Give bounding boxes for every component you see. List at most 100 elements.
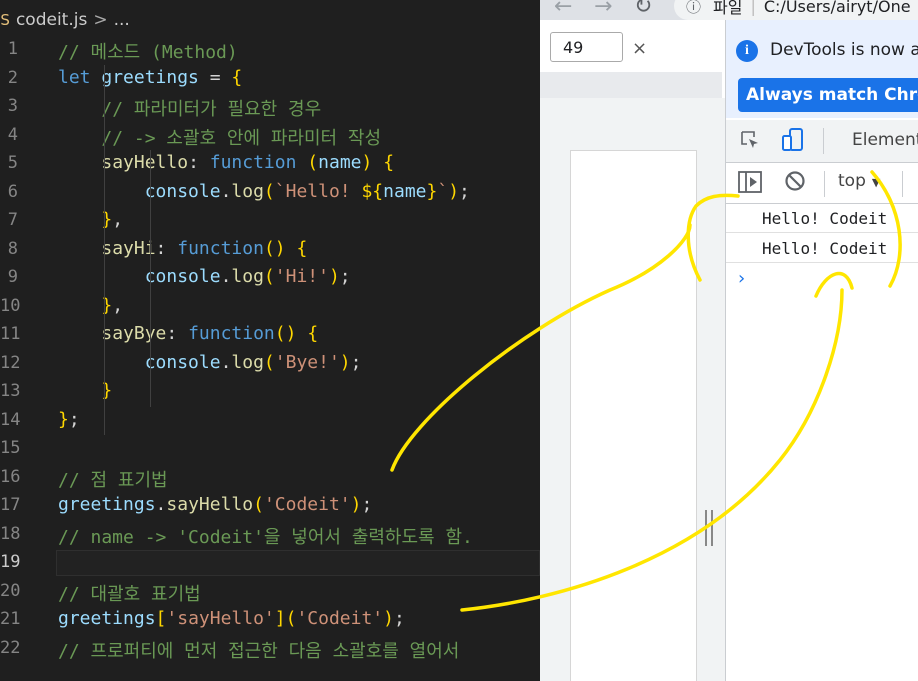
code-line[interactable]: 7 }, — [0, 207, 540, 235]
always-match-button[interactable]: Always match Chron — [738, 78, 918, 112]
code-line[interactable]: 14}; — [0, 407, 540, 435]
code-line[interactable]: 13 } — [0, 378, 540, 406]
info-icon: i — [736, 40, 758, 62]
code-text[interactable]: sayBye: function() { — [58, 323, 318, 344]
line-number: 19 — [0, 552, 21, 572]
line-number: 18 — [0, 523, 21, 544]
browser-toolbar: ← → ↻ ⓘ 파일 | C:/Users/airyt/One — [540, 0, 918, 20]
line-number: 21 — [0, 609, 21, 629]
breadcrumb: JS codeit.js > ... — [0, 0, 540, 40]
line-number: 10 — [0, 295, 21, 316]
current-line-highlight — [56, 550, 540, 576]
code-text[interactable]: // 프로퍼티에 먼저 접근한 다음 소괄호를 열어서 — [58, 637, 459, 663]
address-scheme: 파일 — [713, 0, 743, 17]
line-number: 7 — [7, 210, 18, 230]
code-line[interactable]: 18 // name -> 'Codeit'을 넣어서 출력하도록 함. — [0, 521, 540, 549]
page-header-strip — [540, 72, 722, 98]
line-number: 9 — [7, 267, 18, 287]
code-line[interactable]: 8 sayHi: function() { — [0, 236, 540, 264]
line-number: 2 — [7, 67, 18, 88]
indent-guide — [150, 150, 151, 407]
code-text[interactable]: // 메소드 (Method) — [58, 38, 238, 64]
breadcrumb-file[interactable]: codeit.js — [16, 10, 87, 30]
code-line[interactable]: 17 greetings.sayHello('Codeit'); — [0, 492, 540, 520]
code-line[interactable]: 20 // 대괄호 표기법 — [0, 578, 540, 606]
find-input[interactable]: 49 — [550, 32, 623, 62]
code-line[interactable]: 9 console.log('Hi!'); — [0, 264, 540, 292]
info-icon[interactable]: ⓘ — [686, 0, 701, 17]
code-text[interactable]: greetings['sayHello']('Codeit'); — [58, 608, 405, 629]
code-line[interactable]: 22 // 프로퍼티에 먼저 접근한 다음 소괄호를 열어서 — [0, 635, 540, 663]
devtools-tabbar: Element — [726, 120, 918, 163]
code-text[interactable]: sayHi: function() { — [58, 238, 307, 259]
code-line[interactable]: 16 // 점 표기법 — [0, 464, 540, 492]
line-number: 4 — [7, 124, 18, 145]
code-line[interactable]: 1 // 메소드 (Method) — [0, 36, 540, 64]
console-prompt-icon[interactable]: › — [738, 268, 745, 289]
code-line[interactable]: 3 // 파라미터가 필요한 경우 — [0, 93, 540, 121]
code-line[interactable]: 15 — [0, 435, 540, 463]
code-text[interactable]: // -> 소괄호 안에 파라미터 작성 — [58, 124, 381, 150]
code-text[interactable]: console.log('Hi!'); — [58, 266, 351, 287]
code-line[interactable]: 6 console.log(`Hello! ${name}`); — [0, 179, 540, 207]
browser-window: ← → ↻ ⓘ 파일 | C:/Users/airyt/One 49 × i D… — [540, 0, 918, 681]
clear-console-icon[interactable] — [784, 170, 806, 192]
page-document — [570, 150, 697, 681]
line-number: 14 — [0, 409, 21, 430]
context-label: top — [838, 171, 866, 191]
line-number: 11 — [0, 324, 21, 344]
code-text[interactable]: // 점 표기법 — [58, 466, 168, 492]
line-number: 1 — [7, 39, 18, 59]
code-line[interactable]: 10 }, — [0, 293, 540, 321]
line-number: 16 — [0, 466, 21, 487]
forward-icon[interactable]: → — [594, 0, 612, 19]
code-text[interactable]: // 대괄호 표기법 — [58, 580, 201, 606]
breadcrumb-separator: > — [93, 10, 108, 30]
line-number: 12 — [0, 352, 21, 373]
toolbar-divider — [902, 171, 903, 197]
code-text[interactable]: }; — [58, 409, 80, 430]
code-text[interactable]: let greetings = { — [58, 67, 242, 88]
code-text[interactable]: greetings.sayHello('Codeit'); — [58, 494, 372, 515]
address-path: C:/Users/airyt/One — [763, 0, 911, 16]
code-text[interactable]: // name -> 'Codeit'을 넣어서 출력하도록 함. — [58, 523, 473, 549]
console-log-row: Hello! Codeit — [726, 204, 918, 233]
console-toolbar: top ▼ — [726, 163, 918, 204]
page-canvas — [540, 98, 725, 681]
code-line[interactable]: 11 sayBye: function() { — [0, 321, 540, 349]
code-text[interactable]: // 파라미터가 필요한 경우 — [58, 95, 321, 121]
code-text[interactable]: console.log(`Hello! ${name}`); — [58, 181, 470, 202]
back-icon[interactable]: ← — [554, 0, 572, 19]
indent-guide — [104, 64, 105, 435]
line-number: 15 — [0, 438, 21, 458]
tab-elements[interactable]: Element — [852, 130, 918, 150]
code-text[interactable]: sayHello: function (name) { — [58, 152, 394, 173]
page-viewport: 49 × — [540, 20, 726, 681]
show-sidebar-icon[interactable] — [738, 171, 762, 193]
code-line[interactable]: 12 console.log('Bye!'); — [0, 350, 540, 378]
code-line[interactable]: 21 greetings['sayHello']('Codeit'); — [0, 606, 540, 634]
line-number: 6 — [7, 181, 18, 202]
inspect-element-icon[interactable] — [740, 130, 760, 150]
resize-handle[interactable] — [705, 510, 713, 546]
code-editor[interactable]: JS codeit.js > ... 1 // 메소드 (Method) 2 let … — [0, 0, 540, 681]
line-number: 22 — [0, 637, 21, 658]
chevron-down-icon: ▼ — [871, 176, 881, 189]
reload-icon[interactable]: ↻ — [634, 0, 652, 19]
breadcrumb-ellipsis[interactable]: ... — [114, 10, 130, 30]
address-bar[interactable]: ⓘ 파일 | C:/Users/airyt/One — [674, 0, 918, 20]
line-number: 8 — [7, 238, 18, 259]
devtools-panel: i DevTools is now a Always match Chron E… — [726, 20, 918, 681]
js-file-icon: JS — [0, 11, 10, 29]
code-line[interactable]: 2 let greetings = { — [0, 65, 540, 93]
line-number: 13 — [0, 381, 21, 401]
code-text[interactable]: }, — [58, 209, 123, 230]
code-text[interactable]: }, — [58, 295, 123, 316]
device-toolbar-icon[interactable] — [782, 128, 804, 152]
code-line[interactable]: 5 sayHello: function (name) { — [0, 150, 540, 178]
code-line[interactable]: 4 // -> 소괄호 안에 파라미터 작성 — [0, 122, 540, 150]
code-line[interactable]: 19 — [0, 549, 540, 577]
context-selector[interactable]: top ▼ — [838, 171, 880, 191]
close-icon[interactable]: × — [632, 38, 647, 59]
toolbar-divider — [824, 171, 825, 197]
